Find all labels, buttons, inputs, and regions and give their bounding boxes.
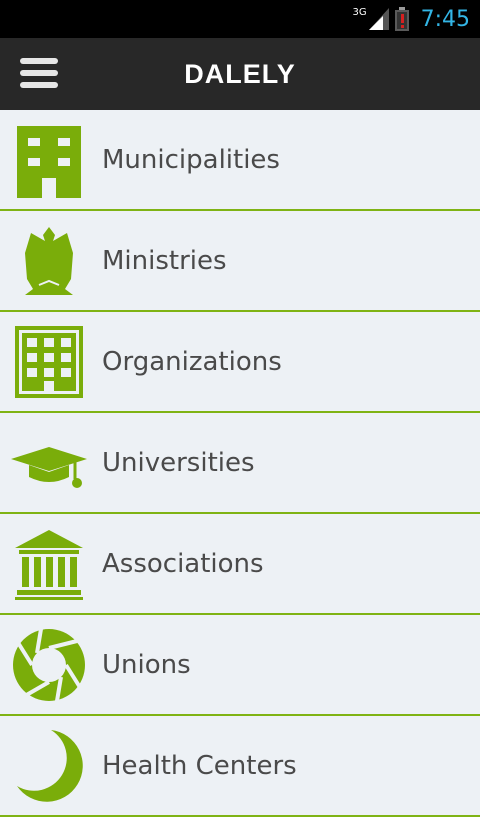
eagle-emblem-icon <box>11 223 87 299</box>
hamburger-line <box>20 70 58 76</box>
list-item-label: Health Centers <box>102 750 297 781</box>
list-item-associations[interactable]: Associations <box>0 514 480 615</box>
clock: 7:45 <box>420 6 470 32</box>
list-item-label: Unions <box>102 649 191 680</box>
app-bar: DALELY <box>0 38 480 110</box>
columned-building-icon <box>11 526 87 602</box>
list-item-health-centers[interactable]: Health Centers <box>0 716 480 817</box>
list-item-label: Ministries <box>102 245 227 276</box>
list-item-municipalities[interactable]: Municipalities <box>0 110 480 211</box>
list-item-label: Universities <box>102 447 255 478</box>
list-item-label: Organizations <box>102 346 282 377</box>
hamburger-line <box>20 82 58 88</box>
signal-icon <box>368 8 389 30</box>
list-item-label: Associations <box>102 548 264 579</box>
status-bar: 3G 7:45 <box>0 0 480 38</box>
crescent-icon <box>11 728 87 804</box>
battery-alert-icon <box>394 7 409 31</box>
category-list: Municipalities Ministries Organizations … <box>0 110 480 817</box>
list-item-universities[interactable]: Universities <box>0 413 480 514</box>
list-item-unions[interactable]: Unions <box>0 615 480 716</box>
hamburger-icon <box>20 58 58 64</box>
office-building-icon <box>11 324 87 400</box>
list-item-ministries[interactable]: Ministries <box>0 211 480 312</box>
graduation-cap-icon <box>11 425 87 501</box>
list-item-label: Municipalities <box>102 144 280 175</box>
network-type: 3G <box>352 6 367 18</box>
municipal-building-icon <box>11 122 87 198</box>
list-item-organizations[interactable]: Organizations <box>0 312 480 413</box>
status-icons: 3G 7:45 <box>352 7 470 32</box>
menu-button[interactable] <box>20 58 58 90</box>
app-title: DALELY <box>184 58 296 89</box>
aperture-icon <box>11 627 87 703</box>
